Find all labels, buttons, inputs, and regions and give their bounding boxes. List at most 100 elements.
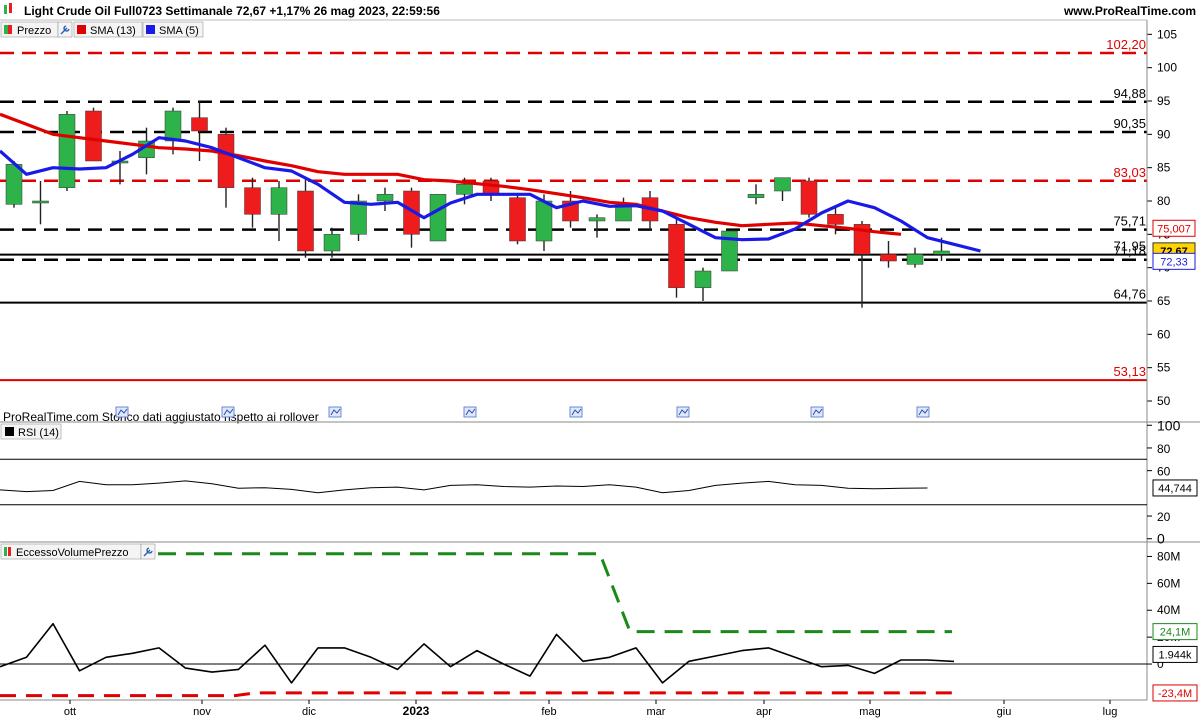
rollover-icon-frame: [569, 406, 583, 418]
price-tag-label: 75,007: [1157, 223, 1191, 235]
price-tick-label: 85: [1157, 161, 1171, 175]
candle-body: [800, 180, 818, 215]
rsi-legend: RSI (14): [0, 423, 62, 440]
rsi-tick-label: 80: [1157, 442, 1171, 456]
level-label: 71,18: [1113, 244, 1146, 259]
candle-body: [694, 270, 712, 288]
price-tick-label: 60: [1157, 327, 1171, 341]
level-label: 94,88: [1113, 86, 1146, 101]
symbol-info: Light Crude Oil Full0723 Settimanale 72,…: [24, 4, 440, 18]
candle-body: [297, 190, 314, 252]
candle-body: [906, 254, 924, 265]
rsi-tick-label: 20: [1157, 510, 1171, 524]
volume-label: EccessoVolumePrezzo: [16, 547, 129, 559]
level-label: 102,20: [1106, 37, 1146, 52]
rsi-label: RSI (14): [18, 427, 59, 439]
price-tag-label: 72,33: [1160, 256, 1188, 268]
price-tick-label: 95: [1157, 94, 1171, 108]
volume-tick-label: 40M: [1157, 603, 1180, 617]
wrench-icon[interactable]: [57, 21, 73, 38]
level-label: 64,76: [1113, 287, 1146, 302]
price-y-axis: 50556065707580859095100105: [1147, 27, 1177, 408]
rollover-icon-frame: [676, 406, 690, 418]
candle-body: [244, 187, 261, 215]
site-link[interactable]: www.ProRealTime.com: [1063, 4, 1196, 18]
candle-body: [350, 200, 367, 235]
x-tick-label: mar: [647, 706, 666, 718]
x-tick-label: ott: [64, 706, 76, 718]
price-tick-label: 65: [1157, 294, 1171, 308]
candle-body: [827, 214, 844, 225]
candle-body: [32, 200, 49, 204]
rollover-icon: [810, 406, 824, 418]
volume-panel: 80M60M40M20M024,1M1.944k-23,4M: [0, 549, 1198, 702]
rollover-icon-frame: [115, 406, 129, 418]
rollover-icon: [569, 406, 583, 418]
rollover-icon-frame: [810, 406, 824, 418]
candle-body: [376, 194, 394, 202]
volume-tag-label: 1.944k: [1158, 649, 1192, 661]
x-tick-label: apr: [756, 706, 772, 718]
rollover-icon-frame: [328, 406, 342, 418]
candle-body: [323, 234, 341, 252]
chart-canvas[interactable]: Light Crude Oil Full0723 Settimanale 72,…: [0, 0, 1200, 720]
volume-tick-label: 80M: [1157, 549, 1180, 563]
level-label: 90,35: [1113, 116, 1146, 131]
price-legend: Prezzo SMA (13) SMA (5): [0, 21, 204, 38]
candle-body: [217, 134, 235, 188]
level-label: 75,71: [1113, 214, 1146, 229]
volume-tick-label: 60M: [1157, 576, 1180, 590]
rsi-tick-label: 100: [1157, 417, 1181, 433]
rollover-icon: [676, 406, 690, 418]
level-label: 83,03: [1113, 165, 1146, 180]
candle-body: [164, 110, 182, 142]
price-tick-label: 80: [1157, 194, 1171, 208]
rsi-line: [0, 480, 928, 494]
rollover-icon-frame: [916, 406, 930, 418]
x-tick-label: feb: [541, 706, 556, 718]
candle-body: [270, 187, 288, 215]
candle-body: [774, 177, 791, 192]
rsi-tick-label: 0: [1157, 531, 1165, 547]
rollover-icon: [221, 406, 235, 418]
rsi-tag-label: 44,744: [1158, 483, 1192, 495]
candle-body: [933, 250, 950, 255]
price-tick-label: 90: [1157, 127, 1171, 141]
price-candles: [5, 101, 950, 308]
rollover-icon: [328, 406, 342, 418]
top-bar: Light Crude Oil Full0723 Settimanale 72,…: [0, 0, 1200, 21]
rollover-icon-frame: [463, 406, 477, 418]
candle-body: [880, 254, 897, 262]
rollover-icon: [115, 406, 129, 418]
legend-sma13-label: SMA (13): [90, 25, 136, 37]
price-tick-label: 55: [1157, 361, 1171, 375]
candle-body: [85, 110, 102, 162]
candle-body: [509, 197, 526, 242]
rsi-tick-label: 60: [1157, 465, 1171, 479]
candle-body: [429, 194, 447, 242]
volume-legend: EccessoVolumePrezzo: [0, 543, 156, 560]
rollover-icon-frame: [221, 406, 235, 418]
candle-body: [456, 184, 473, 195]
x-tick-label: nov: [193, 706, 211, 718]
x-tick-label: mag: [859, 706, 880, 718]
x-tick-label: dic: [302, 706, 317, 718]
legend-price-label: Prezzo: [17, 25, 51, 37]
candle-body: [588, 217, 606, 222]
volume-tag-label: 24,1M: [1160, 627, 1191, 639]
rsi-panel: 0 20 60 80 100 44,744: [0, 417, 1198, 547]
wrench-icon[interactable]: [140, 543, 156, 560]
x-tick-label: giu: [997, 706, 1012, 718]
legend-sma5-label: SMA (5): [159, 25, 199, 37]
x-axis: ott nov dic 2023 feb mar apr mag giu lug: [64, 700, 1117, 718]
volume-lower-band: [0, 691, 952, 698]
price-tags: 75,00772,6772,33: [1152, 219, 1196, 270]
x-tick-label: lug: [1103, 706, 1118, 718]
price-tick-label: 105: [1157, 27, 1177, 41]
level-label: 53,13: [1113, 364, 1146, 379]
x-tick-label: 2023: [403, 704, 430, 718]
volume-upper-band: [158, 552, 952, 634]
rollover-icon: [463, 406, 477, 418]
rollover-icon: [916, 406, 930, 418]
candle-body: [191, 117, 208, 132]
